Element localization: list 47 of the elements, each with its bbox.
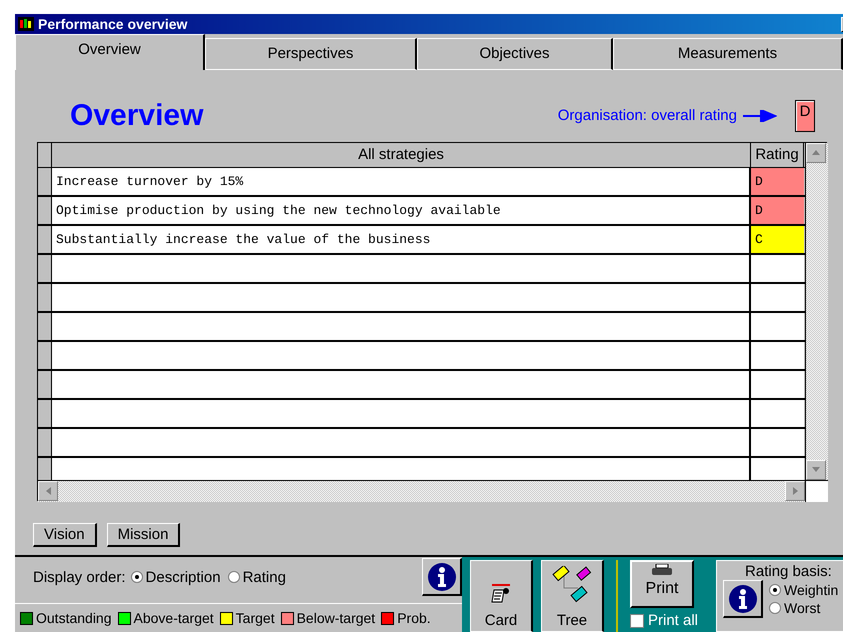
scrollbar-corner — [805, 480, 828, 502]
overall-rating-value: D — [795, 100, 815, 132]
page-heading: Overview — [70, 98, 204, 133]
arrow-icon — [743, 110, 777, 122]
nav-button[interactable]: Vision — [33, 522, 97, 547]
radio-option[interactable]: Weightin — [769, 582, 838, 598]
tab[interactable]: Measurements — [613, 38, 843, 70]
info-icon — [426, 562, 456, 592]
legend-label: Target — [236, 610, 275, 626]
table-cell: Optimise production by using the new technology available — [52, 196, 751, 224]
table-cell: Increase turnover by 15% — [52, 168, 751, 195]
tree-button[interactable]: Tree — [541, 560, 604, 632]
rating-cell: D — [751, 168, 804, 195]
info-button[interactable] — [723, 580, 764, 618]
overall-rating-label: Organisation: overall rating — [558, 107, 737, 124]
printer-icon — [651, 564, 673, 576]
legend-label: Outstanding — [36, 610, 112, 626]
right-arrow-icon — [792, 486, 798, 495]
horizontal-scrollbar[interactable] — [38, 480, 805, 502]
tab[interactable]: Perspectives — [205, 38, 417, 70]
print-button[interactable]: Print — [630, 560, 694, 608]
down-arrow-icon — [812, 467, 820, 472]
legend-label: Below-target — [296, 610, 376, 626]
radio-option[interactable]: Rating — [228, 568, 286, 586]
rating-basis-label: Rating basis: — [745, 563, 832, 580]
window-title: Performance overview — [38, 16, 188, 32]
radio-option[interactable]: Worst — [769, 600, 838, 616]
tab[interactable]: Objectives — [417, 38, 613, 70]
nav-button[interactable]: Mission — [106, 522, 180, 547]
tree-icon — [550, 566, 594, 604]
legend-label: Prob. — [397, 610, 431, 626]
table-cell: Substantially increase the value of the business — [52, 226, 751, 253]
radio-option[interactable]: Description — [130, 568, 221, 586]
card-button[interactable]: Card — [470, 560, 533, 632]
tab[interactable]: Overview — [15, 34, 205, 70]
left-arrow-icon — [46, 486, 50, 495]
info-button[interactable] — [422, 558, 462, 596]
display-order-label: Display order: — [33, 568, 126, 586]
vertical-scrollbar[interactable] — [805, 142, 828, 480]
legend-label: Above-target — [134, 610, 214, 626]
print-all-checkbox[interactable]: Print all — [630, 612, 698, 629]
info-icon — [728, 584, 758, 614]
rating-cell: D — [751, 196, 804, 224]
card-icon — [490, 584, 512, 604]
up-arrow-icon — [812, 150, 820, 156]
app-icon — [18, 16, 34, 31]
rating-cell: C — [751, 226, 804, 253]
